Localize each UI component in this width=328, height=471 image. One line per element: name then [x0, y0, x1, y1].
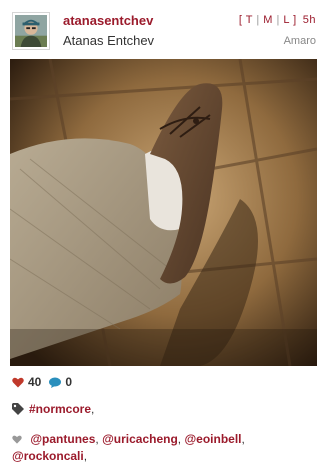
post-photo[interactable]: [10, 59, 317, 366]
liker-link[interactable]: @uricacheng: [102, 432, 178, 446]
liker-link[interactable]: @pantunes: [30, 432, 95, 446]
post-card: atanasentchev Atanas Entchev [ T | M | L…: [0, 0, 328, 471]
link-m[interactable]: M: [263, 14, 273, 26]
tag-row: #normcore,: [12, 402, 94, 416]
hashtag-link[interactable]: #normcore: [29, 402, 91, 416]
user-avatar-icon: [15, 15, 47, 47]
liker-link[interactable]: @rockoncali: [12, 449, 84, 463]
comment-bubble-icon[interactable]: [49, 377, 62, 388]
post-age: 5h: [302, 14, 316, 26]
heart-icon: [12, 435, 22, 444]
filter-name: Amaro: [283, 35, 316, 47]
link-t[interactable]: T: [246, 14, 253, 26]
like-count: 40: [28, 375, 42, 389]
likers-list: @pantunes, @uricacheng, @eoinbell, @rock…: [12, 432, 245, 463]
share-links: [ T | M | L ] 5h: [238, 14, 316, 26]
heart-icon[interactable]: [12, 377, 24, 388]
avatar[interactable]: [12, 12, 50, 50]
comment-count: 0: [65, 375, 73, 389]
username-link[interactable]: atanasentchev: [63, 13, 153, 28]
photo-of-moccasin-shoe-icon: [10, 59, 317, 366]
post-stats: 40 0: [12, 375, 72, 389]
tag-icon: [12, 403, 24, 415]
full-name: Atanas Entchev: [63, 33, 155, 48]
liker-link[interactable]: @eoinbell: [184, 432, 241, 446]
